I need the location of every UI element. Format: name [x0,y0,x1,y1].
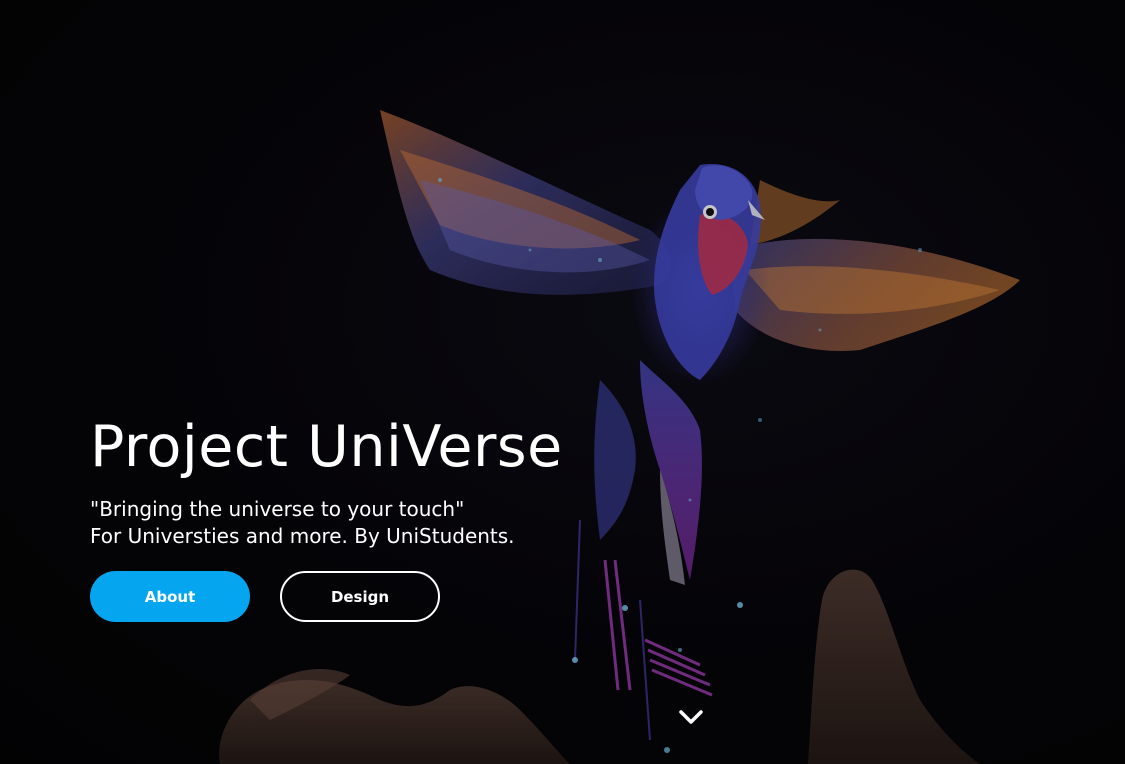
hero-tagline: "Bringing the universe to your touch" Fo… [90,496,650,550]
hero-buttons: About Design [90,571,650,622]
about-button[interactable]: About [90,571,250,622]
tagline-quote: "Bringing the universe to your touch" [90,497,465,521]
design-button[interactable]: Design [280,571,440,622]
chevron-down-icon [679,710,703,724]
hummingbird-hand-background-image [219,110,1020,764]
scroll-down-button[interactable] [677,705,705,729]
page-title: Project UniVerse [90,414,563,480]
hero-section: Project UniVerse "Bringing the universe … [0,0,1125,764]
hero-content: Project UniVerse "Bringing the universe … [90,412,650,622]
tagline-subtitle: For Universties and more. By UniStudents… [90,524,515,548]
